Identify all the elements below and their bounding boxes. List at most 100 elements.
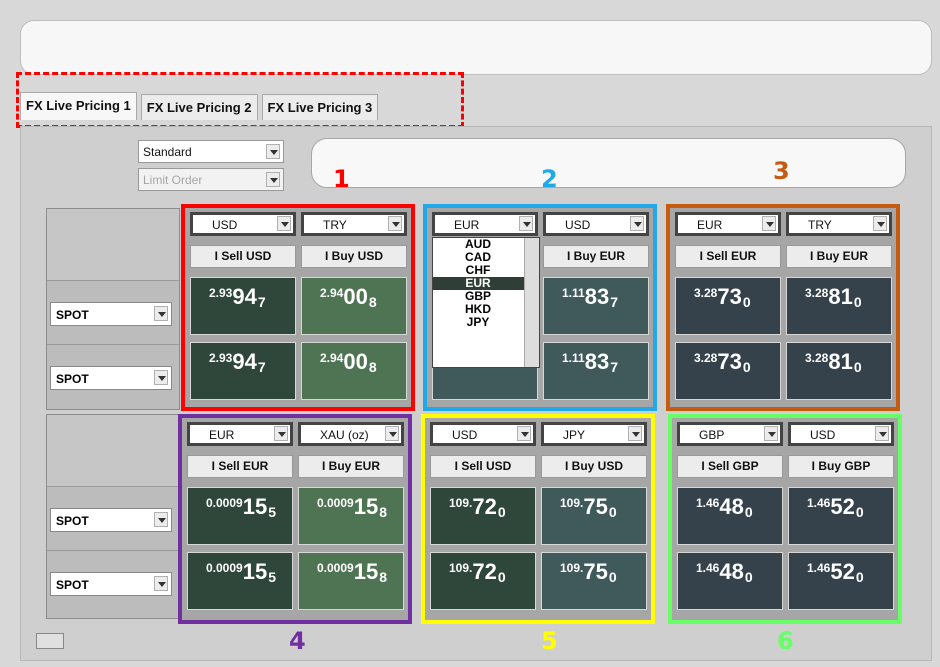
price-pip: 7 bbox=[610, 294, 618, 310]
block-number-label: 3 bbox=[773, 157, 790, 185]
sell-price-tile[interactable]: 109.720 bbox=[430, 552, 536, 610]
chevron-down-icon[interactable] bbox=[764, 426, 778, 441]
sell-price-tile[interactable]: 3.28730 bbox=[675, 277, 781, 335]
tab-fx-live-pricing-3[interactable]: FX Live Pricing 3 bbox=[261, 94, 379, 120]
sell-price-tile[interactable]: 0.0009155 bbox=[187, 487, 293, 545]
base-currency: EUR bbox=[454, 218, 480, 232]
chevron-down-icon[interactable] bbox=[875, 426, 889, 441]
sell-price-tile[interactable]: 0.0009155 bbox=[187, 552, 293, 610]
buy-price-tile[interactable]: 0.0009158 bbox=[298, 552, 404, 610]
tab-fx-live-pricing-1[interactable]: FX Live Pricing 1 bbox=[20, 92, 137, 120]
buy-price-tile[interactable]: 1.46520 bbox=[788, 487, 894, 545]
sell-price-tile[interactable]: 3.28730 bbox=[675, 342, 781, 400]
quote-currency-select[interactable]: USD bbox=[543, 212, 649, 236]
base-currency-select[interactable]: EUR bbox=[187, 422, 293, 446]
price-big-figure: 00 bbox=[343, 349, 368, 374]
sell-price-tile[interactable]: 1.46480 bbox=[677, 552, 783, 610]
chevron-down-icon[interactable] bbox=[277, 216, 291, 231]
chevron-down-icon bbox=[266, 172, 280, 187]
spot-select[interactable]: SPOT bbox=[50, 572, 172, 596]
buy-price-tile[interactable]: 3.28810 bbox=[786, 342, 892, 400]
quote-currency-select[interactable]: JPY bbox=[541, 422, 647, 446]
quote-currency-select[interactable]: TRY bbox=[301, 212, 407, 236]
quote-currency-select[interactable]: TRY bbox=[786, 212, 892, 236]
price-prefix: 1.46 bbox=[696, 561, 720, 575]
buy-price-tile[interactable]: 1.11837 bbox=[543, 277, 649, 335]
sell-header: I Sell USD bbox=[190, 245, 296, 268]
tab-fx-live-pricing-2[interactable]: FX Live Pricing 2 bbox=[140, 94, 258, 120]
expand-arrow-icon[interactable] bbox=[36, 633, 64, 649]
buy-price-tile[interactable]: 2.94008 bbox=[301, 342, 407, 400]
chevron-down-icon[interactable] bbox=[517, 426, 531, 441]
base-currency: GBP bbox=[699, 428, 725, 442]
buy-header: I Buy EUR bbox=[298, 455, 404, 478]
price-pip: 0 bbox=[744, 504, 753, 520]
base-currency-select[interactable]: USD bbox=[430, 422, 536, 446]
chevron-down-icon[interactable] bbox=[762, 216, 776, 231]
base-currency: EUR bbox=[209, 428, 235, 442]
base-currency-select[interactable]: USD bbox=[190, 212, 296, 236]
chevron-down-icon[interactable] bbox=[873, 216, 887, 231]
spot-select[interactable]: SPOT bbox=[50, 366, 172, 390]
price-pip: 0 bbox=[608, 504, 617, 520]
top-info-bar bbox=[20, 20, 932, 75]
sell-price-tile[interactable]: 2.93947 bbox=[190, 342, 296, 400]
chevron-down-icon[interactable] bbox=[630, 216, 644, 231]
price-pip: 7 bbox=[257, 359, 266, 375]
quote-currency: TRY bbox=[323, 218, 347, 232]
base-currency-select[interactable]: GBP bbox=[677, 422, 783, 446]
price-big-figure: 81 bbox=[828, 349, 853, 374]
price-big-figure: 83 bbox=[584, 349, 610, 374]
chevron-down-icon[interactable] bbox=[388, 216, 402, 231]
buy-price-tile[interactable]: 1.46520 bbox=[788, 552, 894, 610]
price-pip: 8 bbox=[379, 504, 387, 520]
price-prefix: 1.46 bbox=[696, 496, 720, 510]
chevron-down-icon[interactable] bbox=[266, 144, 280, 159]
sell-price-tile[interactable]: 109.720 bbox=[430, 487, 536, 545]
buy-header: I Buy USD bbox=[541, 455, 647, 478]
spot-row: SPOT bbox=[47, 281, 179, 345]
order-type-select[interactable]: Standard bbox=[138, 140, 284, 163]
price-big-figure: 15 bbox=[242, 559, 268, 584]
chevron-down-icon[interactable] bbox=[385, 426, 399, 441]
buy-header: I Buy EUR bbox=[786, 245, 892, 268]
price-pip: 0 bbox=[742, 359, 751, 375]
chevron-down-icon[interactable] bbox=[154, 306, 168, 321]
chevron-down-icon[interactable] bbox=[154, 370, 168, 385]
buy-price-tile[interactable]: 1.11837 bbox=[543, 342, 649, 400]
price-prefix: 0.0009 bbox=[317, 496, 354, 510]
buy-price-tile[interactable]: 0.0009158 bbox=[298, 487, 404, 545]
block-number-label: 6 bbox=[777, 627, 794, 655]
quote-currency-select[interactable]: XAU (oz) bbox=[298, 422, 404, 446]
buy-price-tile[interactable]: 109.750 bbox=[541, 552, 647, 610]
chevron-down-icon[interactable] bbox=[154, 512, 168, 527]
quote-currency: XAU (oz) bbox=[320, 428, 369, 442]
sell-header: I Sell GBP bbox=[677, 455, 783, 478]
chevron-down-icon[interactable] bbox=[154, 576, 168, 591]
base-currency-select[interactable]: EUR bbox=[675, 212, 781, 236]
buy-header: I Buy GBP bbox=[788, 455, 894, 478]
buy-price-tile[interactable]: 109.750 bbox=[541, 487, 647, 545]
spot-select[interactable]: SPOT bbox=[50, 302, 172, 326]
chevron-down-icon[interactable] bbox=[274, 426, 288, 441]
spot-select[interactable]: SPOT bbox=[50, 508, 172, 532]
quote-currency-select[interactable]: USD bbox=[788, 422, 894, 446]
quote-currency: USD bbox=[565, 218, 591, 232]
block-number-label: 5 bbox=[541, 627, 558, 655]
pricing-block-6: GBP USD I Sell GBP I Buy GBP 1.46480 1.46520 1… bbox=[668, 414, 902, 624]
currency-dropdown-list[interactable]: AUD CAD CHF EUR GBP HKD JPY bbox=[432, 237, 540, 368]
chevron-down-icon[interactable] bbox=[628, 426, 642, 441]
buy-price-tile[interactable]: 3.28810 bbox=[786, 277, 892, 335]
pricing-block-5: USD JPY I Sell USD I Buy USD 109.720 109.750 1… bbox=[421, 414, 655, 624]
base-currency-select[interactable]: EUR bbox=[432, 212, 538, 236]
sell-price-tile[interactable]: 2.93947 bbox=[190, 277, 296, 335]
message-box bbox=[311, 138, 906, 188]
sell-price-tile[interactable]: 1.46480 bbox=[677, 487, 783, 545]
price-big-figure: 73 bbox=[717, 349, 742, 374]
spot-label: SPOT bbox=[56, 514, 89, 528]
dropdown-scrollbar[interactable] bbox=[524, 238, 539, 367]
chevron-down-icon[interactable] bbox=[519, 216, 533, 231]
price-prefix: 3.28 bbox=[694, 351, 718, 365]
buy-price-tile[interactable]: 2.94008 bbox=[301, 277, 407, 335]
price-big-figure: 75 bbox=[583, 494, 608, 519]
